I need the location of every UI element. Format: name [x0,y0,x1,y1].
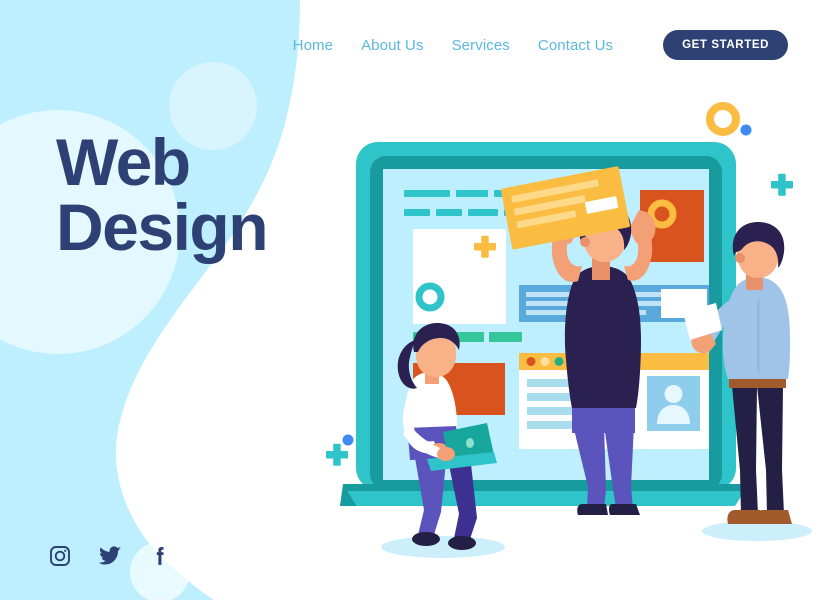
blue-dot-decor-left [342,434,354,446]
nav-link-contact-us[interactable]: Contact Us [538,37,613,54]
hero-headline-line-2: Design [56,189,269,264]
web-design-illustration [326,102,812,558]
orange-ring-decor [706,102,740,136]
get-started-button[interactable]: GET STARTED [663,30,788,60]
man-pointing-shirt [722,277,791,379]
hero-headline-line-1: Web [56,125,191,199]
teal-plus-decor-left [326,443,348,466]
blue-dot-decor [740,124,752,136]
landing-page: Home About Us Services Contact Us GET ST… [0,0,820,600]
facebook-icon[interactable] [148,544,172,568]
nav-link-about-us[interactable]: About Us [361,37,424,54]
social-links [48,544,172,568]
nav-link-home[interactable]: Home [293,37,333,54]
page-title: Web Design [56,125,269,264]
top-navigation: Home About Us Services Contact Us GET ST… [0,0,820,90]
man-shirt [564,266,641,408]
teal-plus-decor-right [771,173,793,196]
nav-links: Home About Us Services Contact Us [293,37,613,54]
instagram-icon[interactable] [48,544,72,568]
browser-dot-red [526,357,536,366]
nav-link-services[interactable]: Services [452,37,510,54]
browser-dot-green [554,357,564,366]
laptop-base-shadow [343,484,749,491]
browser-dot-yellow [540,357,550,366]
decor-top-right [706,102,752,136]
shadow-woman [381,536,505,558]
twitter-icon[interactable] [98,544,122,568]
